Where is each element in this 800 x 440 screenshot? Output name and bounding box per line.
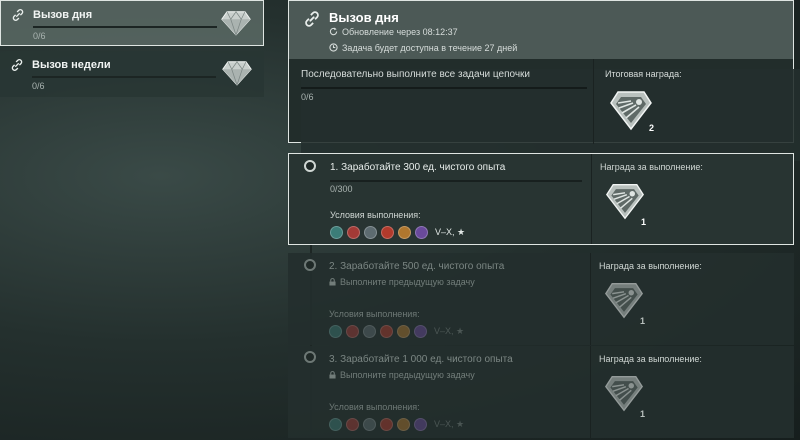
challenge-title: Вызов недели bbox=[32, 59, 111, 71]
lock-icon bbox=[329, 278, 336, 286]
chain-progress-bar bbox=[301, 87, 587, 89]
chain-progress: 0/6 bbox=[301, 92, 314, 102]
aircraft-carrier-class-icon bbox=[381, 226, 394, 240]
chain-description: Последовательно выполните все задачи цеп… bbox=[301, 69, 800, 161]
task-title: 3. Заработайте 1 000 ед. чистого опыта bbox=[329, 354, 513, 365]
cruiser-class-icon bbox=[346, 418, 359, 432]
tier-range: V–X, ★ bbox=[434, 326, 465, 337]
task-progress-bar bbox=[330, 180, 582, 182]
destroyer-class-icon bbox=[330, 226, 343, 240]
task-row[interactable]: 2. Заработайте 500 ед. чистого опыта Вып… bbox=[288, 253, 794, 345]
special-class-icon bbox=[415, 226, 428, 240]
reward-count: 1 bbox=[640, 409, 646, 419]
reward-badge-icon[interactable] bbox=[604, 280, 644, 320]
reward-label: Награда за выполнение: bbox=[599, 261, 702, 271]
reward-count: 1 bbox=[640, 316, 646, 326]
cruiser-class-icon bbox=[347, 226, 360, 240]
challenge-title: Вызов дня bbox=[33, 9, 93, 21]
special-class-icon bbox=[414, 325, 427, 339]
diamond-icon bbox=[221, 10, 251, 36]
special-class-icon bbox=[414, 418, 427, 432]
chain-node bbox=[304, 160, 316, 172]
divider bbox=[590, 253, 591, 345]
reward-badge-icon[interactable] bbox=[605, 181, 645, 221]
tier-range: V–X, ★ bbox=[434, 419, 465, 430]
final-reward-badge-icon[interactable] bbox=[609, 89, 653, 131]
reward-badge-icon[interactable] bbox=[604, 373, 644, 413]
conditions-label: Условия выполнения: bbox=[330, 210, 421, 220]
battleship-class-icon bbox=[363, 418, 376, 432]
condition-icons: V–X, ★ bbox=[329, 416, 465, 432]
clock-icon bbox=[329, 43, 338, 52]
challenge-progress: 0/6 bbox=[33, 31, 46, 41]
submarine-class-icon bbox=[398, 226, 411, 240]
link-icon bbox=[11, 8, 25, 22]
progress-bar bbox=[33, 26, 217, 28]
progress-bar bbox=[32, 76, 216, 78]
header-top: Вызов дня Обновление через 08:12:37 Зада… bbox=[289, 1, 793, 59]
divider bbox=[591, 154, 592, 244]
final-reward-label: Итоговая награда: bbox=[605, 69, 682, 79]
destroyer-class-icon bbox=[329, 418, 342, 432]
conditions-label: Условия выполнения: bbox=[329, 309, 420, 319]
divider bbox=[593, 59, 594, 144]
chain-node bbox=[304, 259, 316, 271]
conditions-label: Условия выполнения: bbox=[329, 402, 420, 412]
cruiser-class-icon bbox=[346, 325, 359, 339]
reward-label: Награда за выполнение: bbox=[599, 354, 702, 364]
challenge-card-weekly[interactable]: Вызов недели 0/6 bbox=[0, 51, 264, 97]
destroyer-class-icon bbox=[329, 325, 342, 339]
chain-node bbox=[304, 351, 316, 363]
task-row[interactable]: 3. Заработайте 1 000 ед. чистого опыта В… bbox=[288, 346, 794, 438]
availability-text: Задача будет доступна в течение 27 дней bbox=[329, 43, 517, 53]
diamond-icon bbox=[222, 60, 252, 86]
condition-icons: V–X, ★ bbox=[330, 224, 466, 240]
challenge-progress: 0/6 bbox=[32, 81, 45, 91]
link-icon bbox=[303, 10, 321, 28]
task-progress: 0/300 bbox=[330, 184, 353, 194]
submarine-class-icon bbox=[397, 325, 410, 339]
lock-icon bbox=[329, 371, 336, 379]
aircraft-carrier-class-icon bbox=[380, 325, 393, 339]
tier-range: V–X, ★ bbox=[435, 227, 466, 238]
challenge-card-daily[interactable]: Вызов дня 0/6 bbox=[0, 0, 264, 46]
locked-status: Выполните предыдущую задачу bbox=[329, 277, 475, 287]
refresh-icon bbox=[329, 27, 338, 36]
battleship-class-icon bbox=[363, 325, 376, 339]
locked-status: Выполните предыдущую задачу bbox=[329, 370, 475, 380]
reward-count: 1 bbox=[641, 217, 647, 227]
reward-label: Награда за выполнение: bbox=[600, 162, 703, 172]
aircraft-carrier-class-icon bbox=[380, 418, 393, 432]
task-row[interactable]: 1. Заработайте 300 ед. чистого опыта 0/3… bbox=[288, 153, 794, 245]
task-title: 1. Заработайте 300 ед. чистого опыта bbox=[330, 162, 506, 173]
submarine-class-icon bbox=[397, 418, 410, 432]
task-title: 2. Заработайте 500 ед. чистого опыта bbox=[329, 261, 505, 272]
link-icon bbox=[10, 58, 24, 72]
update-timer: Обновление через 08:12:37 bbox=[329, 27, 458, 37]
condition-icons: V–X, ★ bbox=[329, 323, 465, 339]
final-reward-count: 2 bbox=[649, 123, 655, 133]
battleship-class-icon bbox=[364, 226, 377, 240]
divider bbox=[590, 346, 591, 438]
challenge-header: Вызов дня Обновление через 08:12:37 Зада… bbox=[288, 0, 800, 161]
page-title: Вызов дня bbox=[329, 10, 399, 25]
